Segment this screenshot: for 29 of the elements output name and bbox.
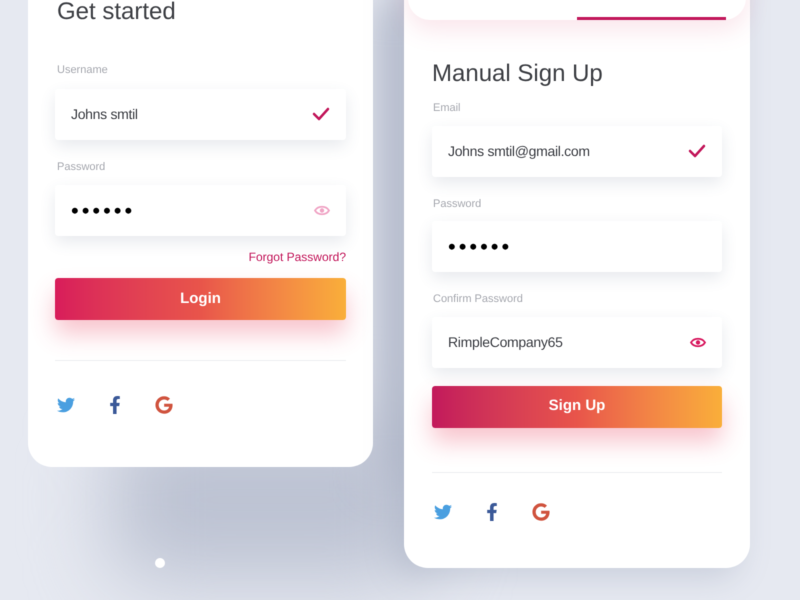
forgot-password-link[interactable]: Forgot Password? [248, 248, 346, 266]
check-icon [688, 144, 706, 158]
field-value: •••••• [71, 200, 136, 222]
field-value: Johns smtil@gmail.com [448, 142, 590, 161]
field-label: Email [433, 101, 462, 116]
input-field[interactable]: Johns smtil@gmail.com [432, 126, 722, 176]
field-label: Password [57, 160, 106, 174]
check-icon [312, 107, 330, 121]
login-button[interactable]: Login [55, 278, 346, 320]
field-label: Confirm Password [433, 292, 524, 307]
field-label: Password [433, 196, 482, 212]
input-field[interactable]: Johns smtil [55, 88, 346, 140]
sign-up-button[interactable]: Sign Up [432, 386, 722, 428]
field-value: Johns smtil [71, 104, 138, 124]
google-icon[interactable] [155, 396, 173, 414]
facebook-icon[interactable] [486, 502, 498, 520]
eye-icon[interactable] [690, 336, 706, 348]
input-field[interactable]: •••••• [432, 221, 722, 272]
facebook-icon[interactable] [109, 396, 121, 414]
google-icon[interactable] [532, 502, 550, 520]
field-label: Username [57, 63, 109, 78]
card-title: Get started [57, 0, 177, 27]
input-field[interactable]: •••••• [55, 185, 346, 236]
input-field[interactable]: RimpleCompany65 [432, 316, 722, 368]
card-title: Manual Sign Up [432, 59, 604, 89]
twitter-icon[interactable] [57, 396, 75, 414]
field-value: •••••• [448, 236, 512, 258]
field-value: RimpleCompany65 [448, 332, 563, 352]
twitter-icon[interactable] [434, 502, 452, 520]
